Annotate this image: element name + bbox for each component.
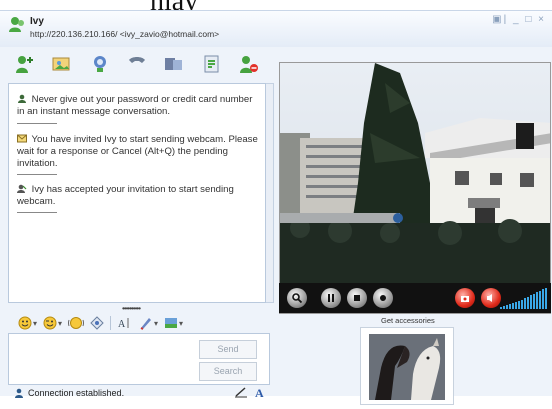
games-button[interactable] [199,52,225,76]
chevron-down-icon: ▾ [154,318,159,328]
search-icon [292,293,303,304]
background-button[interactable]: ▾ [164,316,183,330]
message-item: You have invited Ivy to start sending we… [17,134,261,170]
svg-text:A: A [118,319,126,330]
zoom-button[interactable] [287,288,307,308]
minimize-button[interactable]: _ [513,14,521,25]
voice-clip-icon [90,316,104,330]
maximize-button[interactable]: □ [525,14,533,25]
wink-button[interactable]: ▾ [43,316,62,330]
message-text: You have invited Ivy to start sending we… [17,134,258,169]
font-button[interactable]: A [117,316,133,330]
phone-icon [128,57,145,63]
close-button[interactable]: × [538,14,546,25]
chevron-down-icon: ▾ [179,318,184,328]
nudge-icon [68,317,85,329]
message-divider [17,123,57,124]
add-contact-icon [16,56,33,73]
window-controls: ▣| _ □ × [492,14,546,25]
contact-name: Ivy [30,16,44,27]
message-text: Ivy has accepted your invitation to star… [17,184,234,207]
background-icon [165,318,178,328]
volume-button[interactable] [481,288,501,308]
conversation-scrollbar[interactable] [266,83,274,303]
handwriting-icon[interactable] [234,386,248,398]
webcam-button[interactable] [87,52,113,76]
text-color-button[interactable]: ▾ [139,316,158,330]
pause-button[interactable] [321,288,341,308]
message-text: Never give out your password or credit c… [17,94,253,117]
contact-status-icon [9,17,24,32]
volume-meter[interactable] [500,287,547,309]
voice-call-button[interactable] [124,52,150,76]
games-icon [204,55,219,73]
message-divider [17,212,57,213]
chevron-down-icon: ▾ [58,318,63,328]
send-file-button[interactable] [49,52,75,76]
wink-icon [43,316,57,330]
voice-clip-button[interactable] [90,316,104,330]
activities-icon [165,58,183,70]
conversation-toolbar [8,49,266,79]
chevron-down-icon: ▾ [33,318,38,328]
emoticon-button[interactable]: ▾ [18,316,37,330]
record-icon [380,295,386,301]
send-button[interactable]: Send [199,340,257,359]
block-contact-button[interactable] [236,52,262,76]
accessories-label[interactable]: Get accessories [381,316,435,325]
block-contact-icon [239,56,258,73]
camera-icon [461,296,469,302]
font-icon: A [118,318,129,330]
search-button[interactable]: Search [199,362,257,381]
resize-grip[interactable]: •••••••••• [122,304,141,313]
status-text: Connection established. [28,388,125,398]
text-mode-icon[interactable]: A [254,386,266,398]
webcam-video [279,62,551,314]
activities-button[interactable] [161,52,187,76]
message-item: Ivy has accepted your invitation to star… [17,184,261,208]
contact-address: http://220.136.210.166/ <ivy_zavio@hotma… [30,29,220,39]
message-divider [17,174,57,175]
nudge-button[interactable] [68,316,85,330]
pause-icon [328,294,334,302]
status-tools: A [234,386,266,398]
snapshot-button[interactable] [455,288,475,308]
conversation-history: Never give out your password or credit c… [8,83,266,303]
smiley-icon [18,316,32,330]
formatting-toolbar: ▾ ▾ A ▾ ▾ [8,313,266,333]
invite-contact-button[interactable] [12,52,38,76]
stop-icon [354,295,360,301]
speaker-icon [487,294,492,302]
horses-picture [361,328,453,404]
message-input[interactable]: Send Search [8,333,270,385]
webcam-controls [279,283,551,313]
accepted-icon [17,184,27,193]
pencil-icon [140,318,152,330]
status-bar: Connection established. A [8,385,270,401]
restore-button[interactable]: ▣ [492,14,503,25]
stop-button[interactable] [347,288,367,308]
message-item: Never give out your password or credit c… [17,94,261,118]
title-bar: Ivy http://220.136.210.166/ <ivy_zavio@h… [0,11,552,47]
svg-text:A: A [255,386,264,398]
photo-share-icon [52,57,70,71]
toolbar-separator [110,316,112,330]
webcam-icon [93,56,106,72]
messenger-window: Ivy http://220.136.210.166/ <ivy_zavio@h… [0,10,552,405]
accessories-image[interactable] [360,327,454,405]
contact-icon [18,94,26,103]
envelope-icon [17,134,27,143]
record-button[interactable] [373,288,393,308]
webcam-scene [280,63,550,313]
connection-icon [15,388,23,398]
